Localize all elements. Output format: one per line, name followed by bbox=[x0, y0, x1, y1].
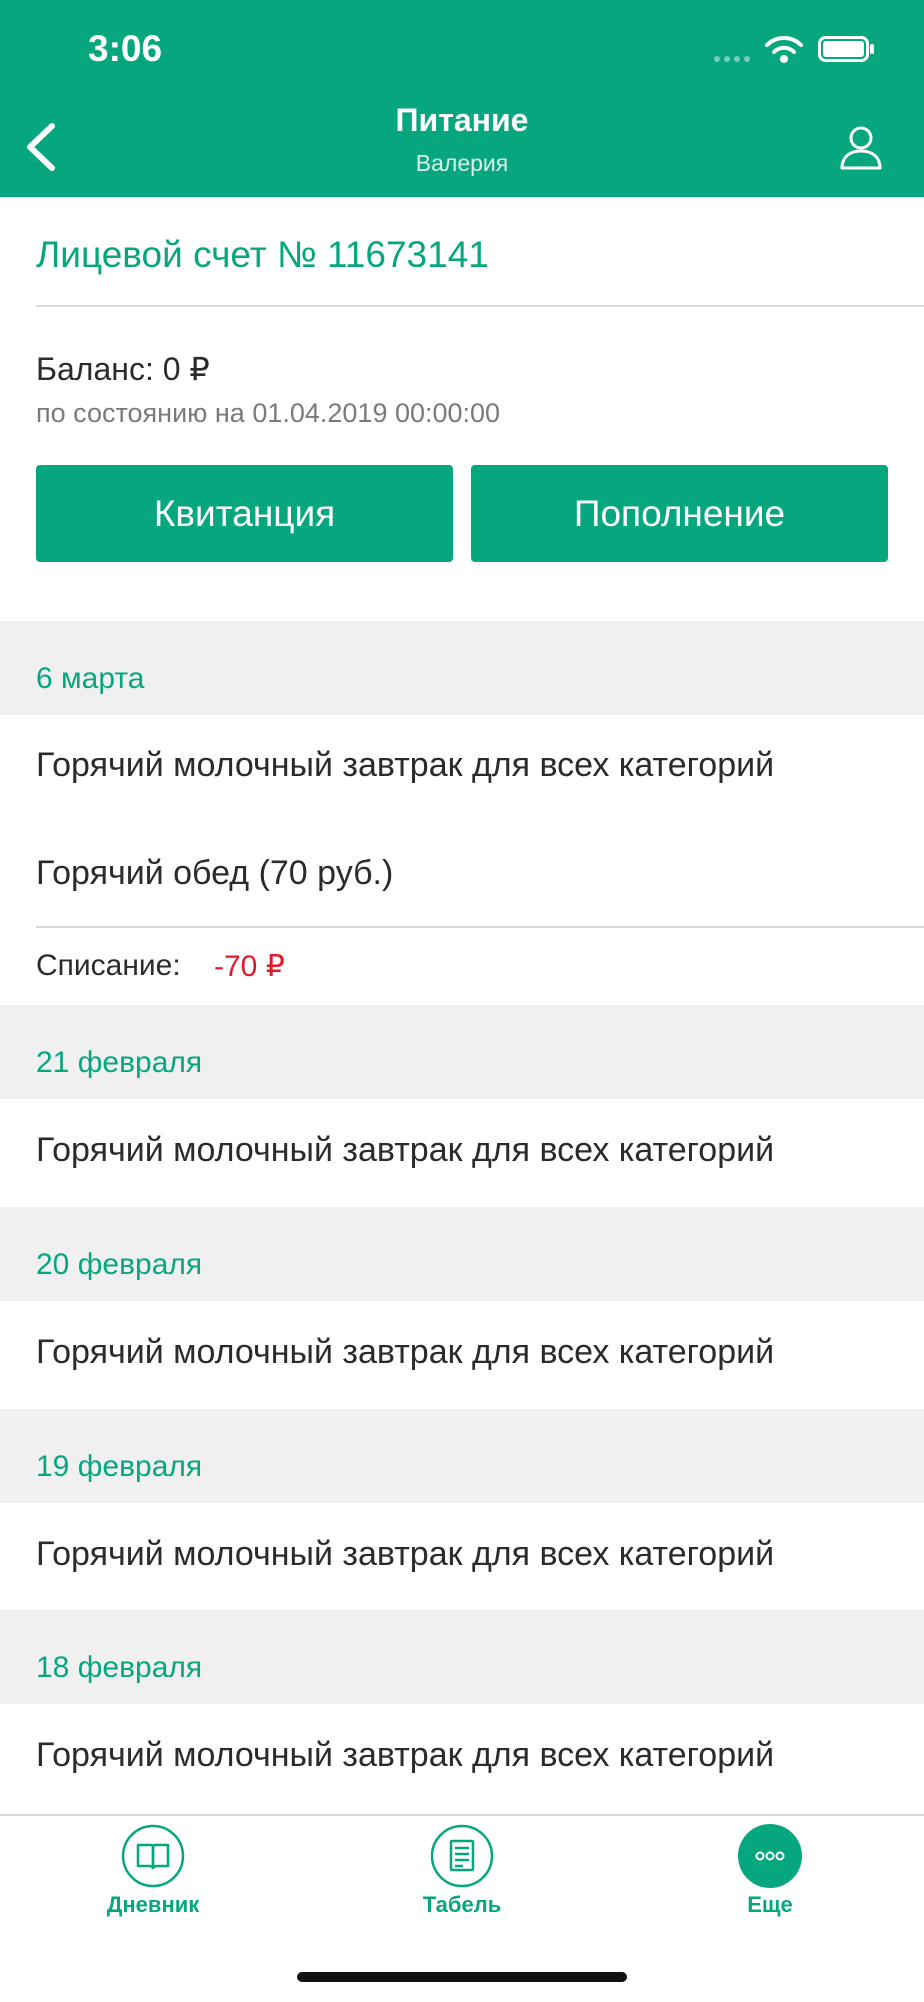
divider bbox=[36, 926, 924, 928]
wifi-icon bbox=[765, 35, 803, 63]
date-label: 6 марта bbox=[36, 662, 145, 695]
date-label: 21 февраля bbox=[36, 1046, 203, 1079]
writeoff-amount: -70 ₽ bbox=[214, 950, 285, 983]
tab-more[interactable]: Еще bbox=[680, 1824, 860, 1918]
balance-text: Баланс: 0 ₽ bbox=[36, 351, 210, 387]
date-label: 18 февраля bbox=[36, 1651, 203, 1684]
report-icon bbox=[430, 1824, 494, 1888]
balance-date: по состоянию на 01.04.2019 00:00:00 bbox=[36, 398, 501, 428]
profile-icon[interactable] bbox=[838, 124, 884, 170]
meal-item: Горячий обед (70 руб.) bbox=[36, 854, 394, 892]
account-title: Лицевой счет № 11673141 bbox=[36, 234, 489, 275]
date-label: 19 февраля bbox=[36, 1450, 203, 1483]
book-icon bbox=[121, 1824, 185, 1888]
tab-label: Табель bbox=[422, 1892, 502, 1917]
status-time: 3:06 bbox=[88, 28, 163, 69]
battery-icon bbox=[818, 36, 874, 62]
page-title: Питание bbox=[395, 102, 529, 138]
date-label: 20 февраля bbox=[36, 1248, 203, 1281]
home-indicator bbox=[297, 1972, 627, 1982]
meal-item: Горячий молочный завтрак для всех катего… bbox=[36, 1736, 775, 1774]
meal-item: Горячий молочный завтрак для всех катего… bbox=[36, 1535, 775, 1573]
tab-label: Еще bbox=[747, 1892, 793, 1917]
page-subtitle: Валерия bbox=[415, 150, 509, 176]
tab-diary[interactable]: Дневник bbox=[63, 1824, 243, 1918]
writeoff-label: Списание: bbox=[36, 949, 181, 982]
receipt-button[interactable]: Квитанция bbox=[36, 465, 453, 562]
divider bbox=[36, 305, 924, 307]
signal-icon bbox=[714, 56, 750, 62]
tab-report[interactable]: Табель bbox=[372, 1824, 552, 1918]
tab-label: Дневник bbox=[106, 1892, 200, 1917]
meal-item: Горячий молочный завтрак для всех катего… bbox=[36, 1131, 775, 1169]
topup-button[interactable]: Пополнение bbox=[471, 465, 888, 562]
more-icon bbox=[738, 1824, 802, 1888]
meal-item: Горячий молочный завтрак для всех катего… bbox=[36, 746, 775, 784]
meal-item: Горячий молочный завтрак для всех катего… bbox=[36, 1333, 775, 1371]
app-header: 3:06 Питание Валерия bbox=[0, 0, 924, 197]
